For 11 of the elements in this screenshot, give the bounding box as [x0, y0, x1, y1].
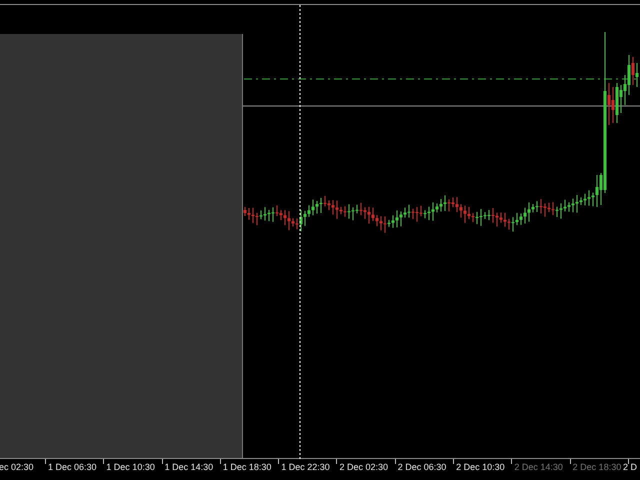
- time-axis-label: 1 Dec 14:30: [164, 461, 214, 474]
- time-axis-label: 1 Dec 10:30: [106, 461, 155, 474]
- time-axis-label: 1 Dec 06:30: [48, 461, 97, 474]
- time-axis-label: 1 Dec 22:30: [281, 461, 330, 474]
- time-axis-label: 2 Dec 02:30: [339, 461, 388, 474]
- time-axis-label: 2 Dec 18:30: [572, 461, 622, 474]
- time-axis-label: 2 Dec 14:30: [514, 461, 563, 474]
- time-axis-label: 2 D: [622, 461, 637, 474]
- time-axis-label: 2 Dec 10:30: [456, 461, 505, 474]
- time-axis-label: 1 Dec 18:30: [222, 461, 272, 474]
- time-axis-label: 2 Dec 06:30: [398, 461, 446, 474]
